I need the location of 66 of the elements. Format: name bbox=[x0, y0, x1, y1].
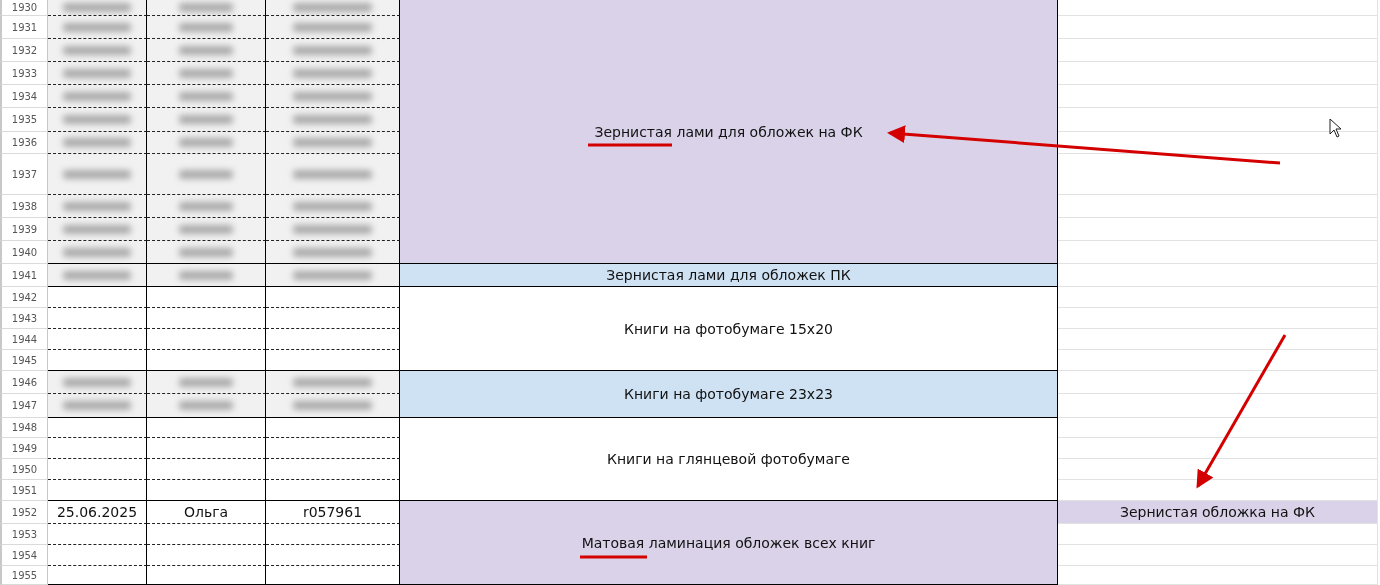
cell-text: Книги на глянцевой фотобумаге bbox=[607, 451, 850, 467]
row-number[interactable]: 1948 bbox=[0, 418, 48, 438]
row-number[interactable]: 1943 bbox=[0, 308, 48, 329]
row-number[interactable]: 1936 bbox=[0, 132, 48, 154]
blurred-text bbox=[179, 169, 233, 179]
row-number[interactable]: 1935 bbox=[0, 108, 48, 132]
row-number[interactable]: 1951 bbox=[0, 480, 48, 501]
row-number[interactable]: 1944 bbox=[0, 329, 48, 350]
blurred-text bbox=[179, 115, 233, 124]
blurred-text bbox=[179, 247, 233, 257]
blurred-text bbox=[179, 91, 233, 101]
blurred-text bbox=[62, 224, 132, 234]
blurred-text bbox=[62, 401, 132, 410]
blurred-text bbox=[62, 3, 132, 12]
cell-text: Книги на фотобумаге 15х20 bbox=[624, 320, 833, 337]
row-number[interactable]: 1940 bbox=[0, 241, 48, 264]
row-number[interactable]: 1941 bbox=[0, 264, 48, 287]
blurred-text bbox=[179, 270, 233, 280]
blurred-text bbox=[179, 377, 233, 387]
underline-mark bbox=[580, 555, 647, 559]
blurred-text bbox=[179, 45, 233, 55]
row-number[interactable]: 1938 bbox=[0, 195, 48, 218]
row-number[interactable]: 1953 bbox=[0, 524, 48, 545]
cell-text: Книги на фотобумаге 23х23 bbox=[624, 386, 833, 402]
note-cell: Зернистая обложка на ФК bbox=[1058, 501, 1378, 524]
blurred-text bbox=[62, 247, 132, 257]
row-number[interactable]: 1932 bbox=[0, 39, 48, 62]
blurred-text bbox=[179, 201, 233, 211]
row-number[interactable]: 1930 bbox=[0, 0, 48, 16]
blurred-text bbox=[62, 22, 132, 32]
row-number[interactable]: 1949 bbox=[0, 438, 48, 459]
blurred-text bbox=[179, 22, 233, 32]
cell-text: Матовая ламинация обложек всех книг bbox=[581, 534, 876, 551]
blurred-text bbox=[62, 91, 132, 101]
cursor-icon bbox=[1329, 118, 1342, 138]
row-number[interactable]: 1950 bbox=[0, 459, 48, 480]
blurred-text bbox=[62, 45, 132, 55]
row-number[interactable]: 1955 bbox=[0, 566, 48, 585]
row-number[interactable]: 1947 bbox=[0, 394, 48, 418]
blurred-text bbox=[62, 377, 132, 387]
blurred-text bbox=[179, 224, 233, 234]
blurred-text bbox=[179, 138, 233, 147]
blurred-text bbox=[62, 169, 132, 179]
row-number[interactable]: 1934 bbox=[0, 85, 48, 108]
row-number[interactable]: 1937 bbox=[0, 154, 48, 195]
cell-text: Зернистая лами для обложек ПК bbox=[606, 267, 851, 283]
blurred-text bbox=[62, 138, 132, 147]
table-cell: 25.06.2025 bbox=[48, 501, 147, 524]
row-number[interactable]: 1931 bbox=[0, 16, 48, 39]
row-number[interactable]: 1933 bbox=[0, 62, 48, 85]
row-number[interactable]: 1954 bbox=[0, 545, 48, 566]
row-number[interactable]: 1952 bbox=[0, 501, 48, 524]
blurred-text bbox=[179, 401, 233, 410]
blurred-text bbox=[62, 115, 132, 124]
row-number[interactable]: 1946 bbox=[0, 371, 48, 394]
row-number[interactable]: 1942 bbox=[0, 287, 48, 308]
table-cell: r057961 bbox=[266, 501, 400, 524]
blurred-text bbox=[179, 3, 233, 12]
blurred-text bbox=[62, 201, 132, 211]
row-number[interactable]: 1939 bbox=[0, 218, 48, 241]
row-number[interactable]: 1945 bbox=[0, 350, 48, 371]
blurred-text bbox=[62, 270, 132, 280]
cell-text: Зернистая лами для обложек на ФК bbox=[594, 123, 863, 140]
blurred-text bbox=[179, 68, 233, 78]
blurred-text bbox=[62, 68, 132, 78]
table-cell: Ольга bbox=[147, 501, 266, 524]
